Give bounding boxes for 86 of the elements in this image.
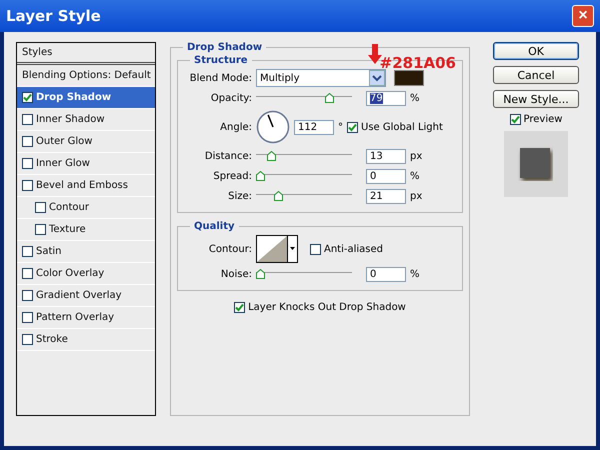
field-label: Distance:: [204, 150, 252, 162]
contour-picker[interactable]: [256, 235, 298, 263]
checkbox[interactable]: [22, 92, 33, 103]
style-label: Stroke: [36, 334, 68, 345]
value-field[interactable]: 13: [366, 148, 406, 164]
checkbox[interactable]: [234, 302, 246, 312]
value-field[interactable]: 0: [366, 168, 406, 184]
style-item[interactable]: Satin: [17, 241, 155, 263]
checkbox[interactable]: [22, 290, 33, 301]
preview-thumbnail: [504, 131, 568, 197]
window-title: Layer Style: [6, 7, 101, 25]
noise-field[interactable]: 0: [366, 266, 406, 282]
checkbox[interactable]: [22, 136, 33, 147]
checkbox-label: Use Global Light: [361, 122, 443, 132]
checkbox[interactable]: [35, 202, 46, 213]
style-label: Pattern Overlay: [36, 312, 114, 323]
checkbox[interactable]: [22, 114, 33, 125]
checkbox[interactable]: [22, 334, 33, 345]
style-item[interactable]: Color Overlay: [17, 263, 155, 285]
style-item[interactable]: Drop Shadow: [17, 87, 155, 109]
checkbox-label: Layer Knocks Out Drop Shadow: [248, 302, 406, 312]
blend-mode-dropdown[interactable]: Multiply: [256, 69, 386, 87]
checkbox[interactable]: [35, 224, 46, 235]
unit-label: %: [410, 268, 420, 280]
color-swatch[interactable]: [394, 70, 424, 86]
field-label: Opacity:: [210, 92, 252, 104]
angle-dial[interactable]: [256, 110, 290, 144]
group-title: Drop Shadow: [186, 42, 264, 53]
slider-thumb[interactable]: [256, 171, 265, 181]
style-item[interactable]: Gradient Overlay: [17, 285, 155, 307]
checkbox[interactable]: [510, 114, 521, 125]
style-label: Texture: [49, 224, 86, 235]
slider-thumb[interactable]: [274, 191, 284, 201]
checkbox[interactable]: [22, 180, 33, 191]
style-item[interactable]: Pattern Overlay: [17, 307, 155, 329]
style-item[interactable]: Stroke: [17, 329, 155, 351]
style-label: Contour: [49, 202, 89, 213]
angle-field[interactable]: 112: [294, 120, 334, 134]
arrow-icon: [368, 44, 382, 64]
style-label: Inner Glow: [36, 158, 90, 169]
checkbox-label: Preview: [524, 114, 562, 125]
unit-label: %: [410, 170, 420, 182]
dialog-button[interactable]: OK: [493, 42, 579, 60]
style-label: Color Overlay: [36, 268, 104, 279]
checkbox[interactable]: [22, 158, 33, 169]
field-label: Noise:: [220, 268, 252, 280]
field-label: Blend Mode:: [188, 72, 252, 84]
style-item[interactable]: Outer Glow: [17, 131, 155, 153]
checkbox[interactable]: [22, 268, 33, 279]
slider-thumb[interactable]: [256, 269, 265, 279]
style-label: Bevel and Emboss: [36, 180, 128, 191]
slider-thumb[interactable]: [267, 151, 276, 161]
field-label: Spread:: [212, 170, 252, 182]
unit-label: px: [410, 190, 422, 202]
unit-label: °: [338, 122, 343, 132]
style-item[interactable]: Inner Glow: [17, 153, 155, 175]
style-item[interactable]: Texture: [17, 219, 155, 241]
checkbox[interactable]: [310, 244, 321, 254]
style-label: Outer Glow: [36, 136, 92, 147]
field-label: Contour:: [208, 244, 252, 254]
dialog-button[interactable]: Cancel: [493, 66, 579, 84]
style-label: Drop Shadow: [36, 92, 112, 103]
list-header: Styles: [22, 47, 52, 58]
value-field[interactable]: 21: [366, 188, 406, 204]
slider-thumb[interactable]: [324, 93, 334, 103]
annotation-label: #281A06: [380, 54, 456, 72]
dialog-button[interactable]: New Style...: [493, 90, 579, 108]
group-title: Structure: [193, 55, 249, 66]
style-item[interactable]: Contour: [17, 197, 155, 219]
style-label: Blending Options: Default: [22, 70, 151, 81]
style-label: Gradient Overlay: [36, 290, 122, 301]
checkbox[interactable]: [347, 122, 358, 132]
unit-label: px: [410, 150, 422, 162]
opacity-field[interactable]: 79: [366, 90, 406, 106]
checkbox-label: Anti-aliased: [324, 244, 384, 254]
style-label: Satin: [36, 246, 62, 257]
field-label: Angle:: [219, 122, 252, 132]
checkbox[interactable]: [22, 312, 33, 323]
field-label: Size:: [227, 190, 252, 202]
style-item[interactable]: Inner Shadow: [17, 109, 155, 131]
unit-label: %: [410, 92, 420, 104]
style-label: Inner Shadow: [36, 114, 105, 125]
checkbox[interactable]: [22, 246, 33, 257]
close-button[interactable]: ×: [572, 5, 594, 27]
group-title: Quality: [193, 221, 236, 232]
style-item[interactable]: Bevel and Emboss: [17, 175, 155, 197]
